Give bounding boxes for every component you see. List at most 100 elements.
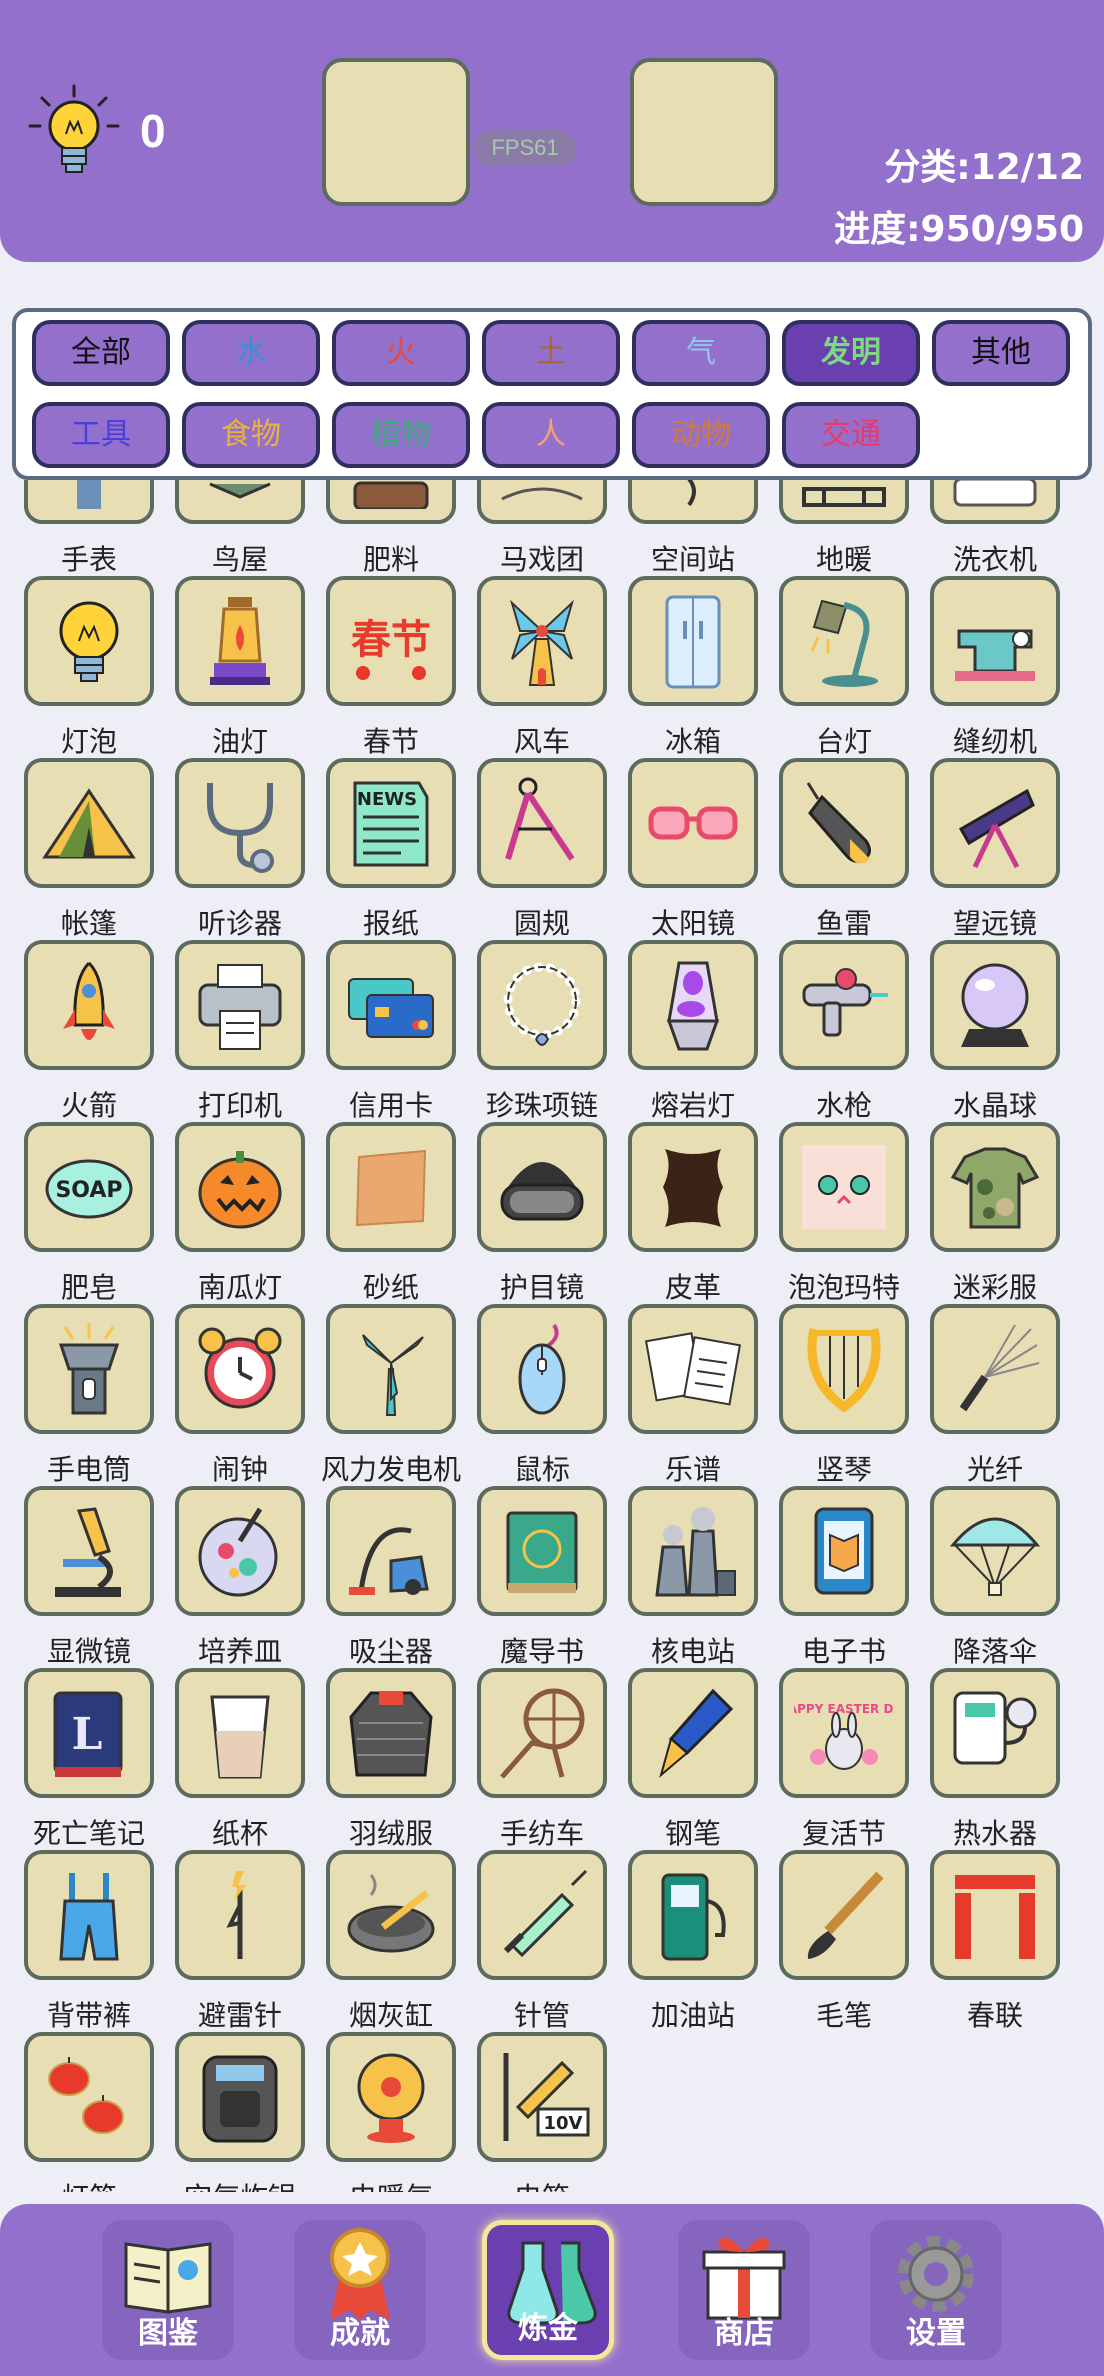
nav-flask[interactable]: 炼金 — [482, 2220, 614, 2360]
wind-turbine-tile[interactable] — [326, 1304, 456, 1434]
nav-gear[interactable]: 设置 — [870, 2220, 1002, 2360]
pearl-necklace-tile[interactable] — [477, 940, 607, 1070]
water-gun-tile[interactable] — [779, 940, 909, 1070]
filter-10[interactable]: 人 — [482, 402, 620, 468]
printer-tile[interactable] — [175, 940, 305, 1070]
light-bulb-icon — [39, 591, 139, 691]
item-label: 钢笔 — [664, 1817, 721, 1850]
filter-6[interactable]: 其他 — [932, 320, 1070, 386]
death-note-tile[interactable]: L — [24, 1668, 154, 1798]
credit-card-tile[interactable] — [326, 940, 456, 1070]
optical-fiber-tile[interactable] — [930, 1304, 1060, 1434]
filter-11[interactable]: 动物 — [632, 402, 770, 468]
newspaper-tile[interactable]: NEWS — [326, 758, 456, 888]
sheet-music-tile[interactable] — [628, 1304, 758, 1434]
petri-dish-tile[interactable] — [175, 1486, 305, 1616]
fridge-tile[interactable] — [628, 576, 758, 706]
fertilizer-tile[interactable] — [326, 480, 456, 524]
filter-1[interactable]: 水 — [182, 320, 320, 386]
grimoire-tile[interactable] — [477, 1486, 607, 1616]
camouflage-tile[interactable] — [930, 1122, 1060, 1252]
washing-machine-tile[interactable] — [930, 480, 1060, 524]
leather-tile[interactable] — [628, 1122, 758, 1252]
desk-lamp-tile[interactable] — [779, 576, 909, 706]
combine-slot-left[interactable] — [322, 58, 470, 206]
alarm-clock-tile[interactable] — [175, 1304, 305, 1434]
overalls-tile[interactable] — [24, 1850, 154, 1980]
filter-5[interactable]: 发明 — [782, 320, 920, 386]
light-bulb-tile[interactable] — [24, 576, 154, 706]
brush-icon — [794, 1865, 894, 1965]
pumpkin-lantern-tile[interactable] — [175, 1122, 305, 1252]
couplets-tile[interactable] — [930, 1850, 1060, 1980]
item-label: 泡泡玛特 — [787, 1271, 900, 1304]
sewing-machine-tile[interactable] — [930, 576, 1060, 706]
filter-7[interactable]: 工具 — [32, 402, 170, 468]
nav-book[interactable]: 图鉴 — [102, 2220, 234, 2360]
heater-tile[interactable] — [326, 2032, 456, 2162]
spring-festival-tile[interactable]: 春节 — [326, 576, 456, 706]
nav-gift[interactable]: 商店 — [678, 2220, 810, 2360]
air-fryer-tile[interactable] — [175, 2032, 305, 2162]
space-station-tile[interactable] — [628, 480, 758, 524]
filter-3[interactable]: 土 — [482, 320, 620, 386]
circus-tile[interactable] — [477, 480, 607, 524]
brush-tile[interactable] — [779, 1850, 909, 1980]
stethoscope-tile[interactable] — [175, 758, 305, 888]
nav-medal[interactable]: 成就 — [294, 2220, 426, 2360]
torpedo-tile[interactable] — [779, 758, 909, 888]
lightning-rod-tile[interactable] — [175, 1850, 305, 1980]
gas-station-tile[interactable] — [628, 1850, 758, 1980]
paper-cup-tile[interactable] — [175, 1668, 305, 1798]
fountain-pen-tile[interactable] — [628, 1668, 758, 1798]
filter-9[interactable]: 植物 — [332, 402, 470, 468]
heater-icon — [341, 2047, 441, 2147]
syringe-tile[interactable] — [477, 1850, 607, 1980]
ebook-tile[interactable] — [779, 1486, 909, 1616]
goggles-tile[interactable] — [477, 1122, 607, 1252]
filter-2[interactable]: 火 — [332, 320, 470, 386]
spinning-wheel-tile[interactable] — [477, 1668, 607, 1798]
filter-0[interactable]: 全部 — [32, 320, 170, 386]
item-label: 听诊器 — [197, 907, 282, 940]
filter-8[interactable]: 食物 — [182, 402, 320, 468]
oil-lamp-tile[interactable] — [175, 576, 305, 706]
item-label: 春节 — [362, 725, 419, 758]
mouse-icon — [492, 1319, 592, 1419]
mouse-tile[interactable] — [477, 1304, 607, 1434]
filter-12[interactable]: 交通 — [782, 402, 920, 468]
sunglasses-tile[interactable] — [628, 758, 758, 888]
harp-tile[interactable] — [779, 1304, 909, 1434]
lantern-tile[interactable] — [24, 2032, 154, 2162]
filter-4[interactable]: 气 — [632, 320, 770, 386]
pop-mart-tile[interactable] — [779, 1122, 909, 1252]
hint-bulb-icon[interactable] — [24, 82, 124, 182]
rocket-tile[interactable] — [24, 940, 154, 1070]
crystal-ball-tile[interactable] — [930, 940, 1060, 1070]
water-heater-tile[interactable] — [930, 1668, 1060, 1798]
test-pen-tile[interactable]: 10V — [477, 2032, 607, 2162]
birdhouse-tile[interactable] — [175, 480, 305, 524]
telescope-tile[interactable] — [930, 758, 1060, 888]
nuclear-plant-tile[interactable] — [628, 1486, 758, 1616]
item-label: 迷彩服 — [952, 1271, 1037, 1304]
item-label: 打印机 — [197, 1089, 282, 1122]
combine-slot-right[interactable] — [630, 58, 778, 206]
floor-heating-tile[interactable] — [779, 480, 909, 524]
down-jacket-tile[interactable] — [326, 1668, 456, 1798]
tent-tile[interactable] — [24, 758, 154, 888]
microscope-tile[interactable] — [24, 1486, 154, 1616]
ashtray-tile[interactable] — [326, 1850, 456, 1980]
compass-tile[interactable] — [477, 758, 607, 888]
sandpaper-tile[interactable] — [326, 1122, 456, 1252]
item-label: 圆规 — [513, 907, 570, 940]
item-label: 鱼雷 — [815, 907, 872, 940]
windmill-tile[interactable] — [477, 576, 607, 706]
easter-tile[interactable]: HAPPY EASTER DAY — [778, 1668, 911, 1798]
lava-lamp-tile[interactable] — [628, 940, 758, 1070]
vacuum-cleaner-tile[interactable] — [326, 1486, 456, 1616]
soap-tile[interactable]: SOAP — [24, 1122, 154, 1252]
flashlight-tile[interactable] — [24, 1304, 154, 1434]
watch-tile[interactable] — [24, 480, 154, 524]
parachute-tile[interactable] — [930, 1486, 1060, 1616]
